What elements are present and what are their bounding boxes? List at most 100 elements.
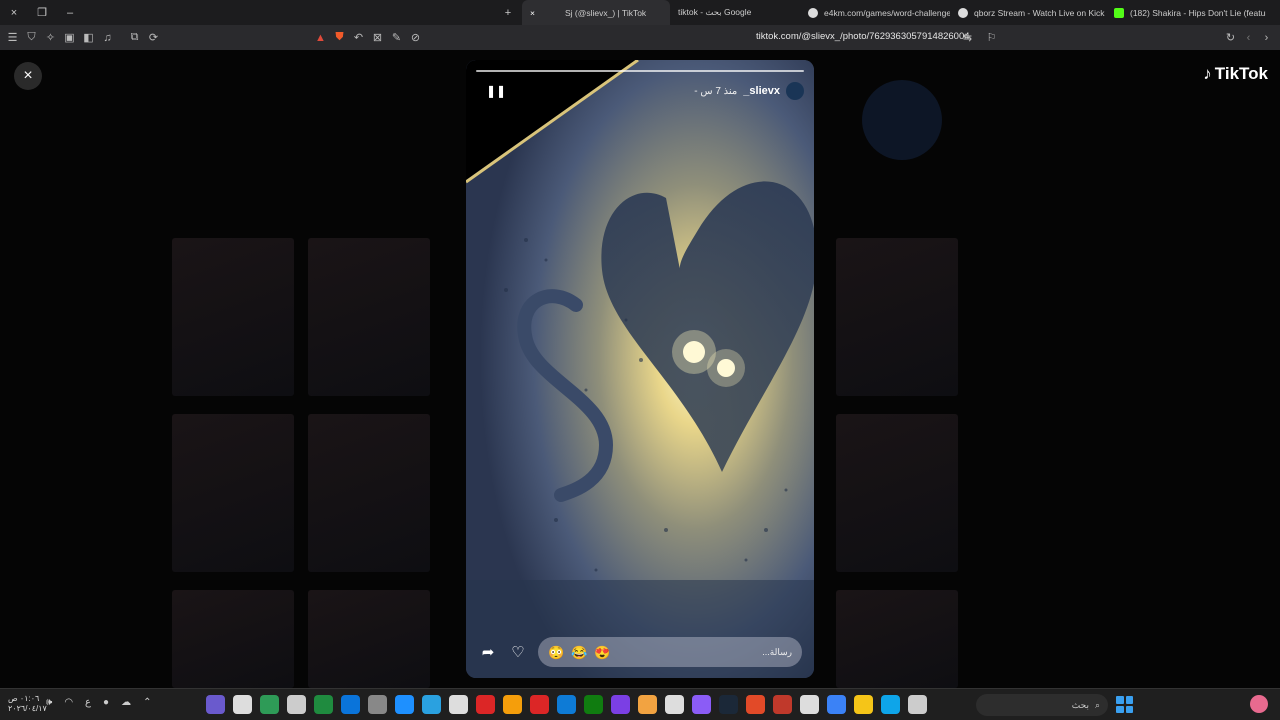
story-actions: ➦ ♡ 😳 😂 😍 رسالة... (478, 636, 802, 668)
background-thumbnail (836, 238, 958, 396)
forward-icon[interactable]: › (1257, 25, 1276, 50)
tab-title: e4km.com/games/word-challenge (824, 7, 950, 18)
flushed-emoji-button[interactable]: 😳 (548, 644, 565, 661)
taskbar-app-icon[interactable] (368, 695, 387, 714)
taskbar-app-icon[interactable] (530, 695, 549, 714)
taskbar-app-icon[interactable] (908, 695, 927, 714)
brave-shield-icon[interactable]: ⛊ (330, 25, 349, 50)
tiktok-logo: ♪ TikTok (1203, 64, 1268, 83)
story-photo (466, 60, 814, 678)
tab-google-search[interactable]: tiktok - بحث Google (670, 0, 800, 25)
taskbar-search[interactable]: بحث ⌕ (976, 694, 1108, 716)
music-icon[interactable]: ♫ (98, 25, 117, 50)
laughing-emoji-button[interactable]: 😂 (571, 644, 588, 661)
cloud-icon[interactable]: ☁ (121, 697, 131, 708)
story-header: - منذ 7 س _slievx (694, 82, 804, 100)
background-thumbnail (172, 238, 294, 396)
search-placeholder: بحث (1071, 699, 1089, 710)
microphone-icon[interactable]: ● (103, 697, 109, 708)
back-icon[interactable]: ‹ (1239, 25, 1258, 50)
background-thumbnail (308, 414, 430, 572)
address-bar[interactable]: tiktok.com/@slievx_/photo/76293630579148… (756, 31, 970, 42)
taskbar-app-icon[interactable] (719, 695, 738, 714)
tabs-icon[interactable]: ▣ (60, 25, 79, 50)
clear-icon[interactable]: ⊘ (406, 25, 425, 50)
globe-icon (808, 7, 818, 18)
taskbar-app-icon[interactable] (422, 695, 441, 714)
wifi-icon[interactable]: ◠ (64, 697, 73, 708)
taskbar-app-icon[interactable] (611, 695, 630, 714)
taskbar-app-icon[interactable] (638, 695, 657, 714)
taskbar-app-icon[interactable] (395, 695, 414, 714)
reload-icon[interactable]: ↻ (1221, 25, 1240, 50)
taskbar-app-icon[interactable] (584, 695, 603, 714)
close-window-button[interactable]: × (0, 0, 28, 25)
page-viewport: × ♪ TikTok ❚❚ - منذ 7 س _slievx ➦ ♡ 😳 😂 … (0, 50, 1280, 688)
pen-icon[interactable]: ✎ (387, 25, 406, 50)
taskbar-app-icon[interactable] (314, 695, 333, 714)
share-icon[interactable]: ➦ (478, 643, 498, 661)
tab-tiktok[interactable]: × Sj (@slievx_) | TikTok (522, 0, 670, 25)
restore-window-button[interactable]: ❐ (28, 0, 56, 25)
brave-rewards-icon[interactable]: ▲ (311, 25, 330, 50)
message-placeholder: رسالة... (762, 646, 792, 657)
search-icon: ⌕ (1094, 699, 1100, 710)
background-thumbnail (172, 590, 294, 688)
minimize-window-button[interactable]: – (56, 0, 84, 25)
taskbar-app-icon[interactable] (692, 695, 711, 714)
taskbar-app-icon[interactable] (881, 695, 900, 714)
taskbar-app-icon[interactable] (206, 695, 225, 714)
story-viewer[interactable]: ❚❚ - منذ 7 س _slievx ➦ ♡ 😳 😂 😍 رسالة... (466, 60, 814, 678)
taskbar-app-icon[interactable] (557, 695, 576, 714)
tab-title: qborz Stream - Watch Live on Kick (974, 7, 1105, 18)
crop-icon[interactable]: ⊠ (368, 25, 387, 50)
share-icon[interactable]: ⇆ (958, 25, 977, 50)
extensions-icon[interactable]: ✧ (41, 25, 60, 50)
sidebar-icon[interactable]: ◧ (79, 25, 98, 50)
story-username[interactable]: _slievx (743, 85, 780, 97)
taskbar-app-icon[interactable] (665, 695, 684, 714)
taskbar-app-icon[interactable] (476, 695, 495, 714)
shield-icon[interactable]: ⛉ (22, 25, 41, 50)
sync-icon[interactable]: ⟳ (144, 25, 163, 50)
background-thumbnail (308, 590, 430, 688)
back-tab-icon[interactable]: ↶ (349, 25, 368, 50)
taskbar-app-icon[interactable] (341, 695, 360, 714)
kick-icon (958, 7, 968, 18)
avatar[interactable] (786, 82, 804, 100)
close-button[interactable]: × (14, 62, 42, 90)
notification-icon[interactable] (1250, 695, 1268, 713)
new-tab-button[interactable]: + (494, 0, 522, 25)
heart-eyes-emoji-button[interactable]: 😍 (594, 644, 611, 661)
start-button[interactable] (1116, 696, 1133, 713)
chevron-up-icon[interactable]: ⌃ (143, 697, 151, 708)
close-tab-icon[interactable]: × (530, 8, 535, 18)
taskbar-app-icon[interactable] (800, 695, 819, 714)
taskbar-app-icon[interactable] (233, 695, 252, 714)
clock[interactable]: ٠١:٠٦ ص ٢٠٢٦/٠٤/١٧ (8, 694, 47, 714)
taskbar-app-icon[interactable] (773, 695, 792, 714)
menu-icon[interactable]: ☰ (3, 25, 22, 50)
volume-icon[interactable]: 🕪 (46, 697, 52, 708)
tab-kick[interactable]: qborz Stream - Watch Live on Kick (950, 0, 1106, 25)
taskbar-app-icon[interactable] (503, 695, 522, 714)
taskbar-apps (206, 695, 927, 714)
tab-e4km[interactable]: e4km.com/games/word-challenge (800, 0, 950, 25)
language-indicator[interactable]: ع (85, 697, 91, 708)
tab-youtube[interactable]: (182) Shakira - Hips Don't Lie (featuri (1106, 0, 1266, 25)
heart-icon[interactable]: ♡ (508, 643, 528, 661)
taskbar-app-icon[interactable] (827, 695, 846, 714)
pause-icon[interactable]: ❚❚ (486, 84, 506, 98)
system-tray: 🕪 ◠ ع ● ☁ ⌃ (46, 697, 151, 708)
message-input[interactable]: 😳 😂 😍 رسالة... (538, 637, 802, 667)
background-thumbnail (172, 414, 294, 572)
taskbar-app-icon[interactable] (746, 695, 765, 714)
taskbar-app-icon[interactable] (260, 695, 279, 714)
browser-nav-bar: ☰ ⛉ ✧ ▣ ◧ ♫ ⧉ ⟳ ▲ ⛊ ↶ ⊠ ✎ ⊘ tiktok.com/@… (0, 25, 1280, 50)
taskbar-app-icon[interactable] (287, 695, 306, 714)
bookmark-icon[interactable]: ⚐ (982, 25, 1001, 50)
taskbar-app-icon[interactable] (449, 695, 468, 714)
screenshot-icon[interactable]: ⧉ (125, 25, 144, 50)
taskbar-app-icon[interactable] (854, 695, 873, 714)
story-progress-bar (476, 70, 804, 72)
